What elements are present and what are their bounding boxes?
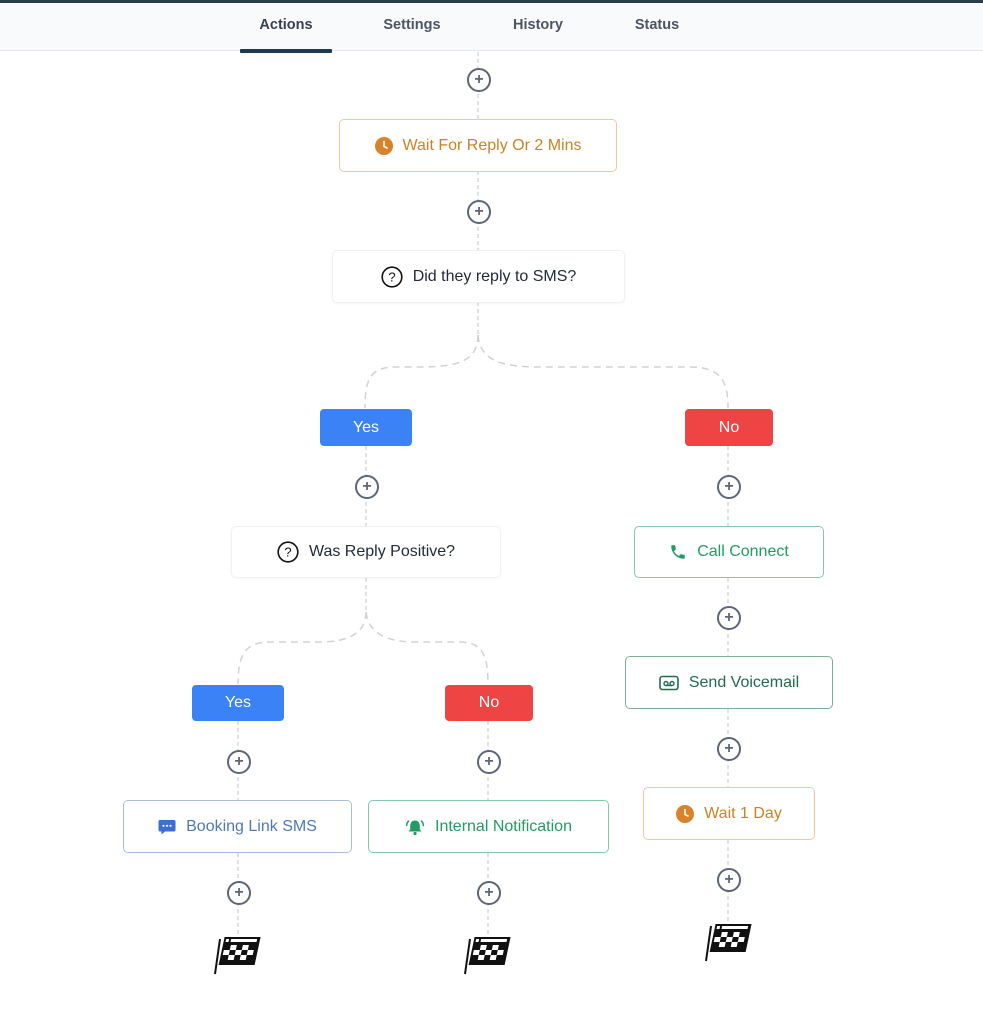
voicemail-icon — [659, 675, 679, 691]
branch-connector-no — [365, 611, 489, 685]
phone-icon — [669, 543, 687, 561]
plus-icon: + — [484, 884, 494, 901]
add-step-button[interactable]: + — [717, 737, 741, 761]
node-label: Call Connect — [697, 543, 789, 560]
clock-icon — [374, 136, 393, 155]
add-step-button[interactable]: + — [477, 881, 501, 905]
node-label: Booking Link SMS — [186, 817, 317, 835]
plus-icon: + — [234, 884, 244, 901]
chat-bubble-icon — [158, 818, 176, 836]
plus-icon: + — [724, 871, 734, 888]
add-step-button[interactable]: + — [477, 750, 501, 774]
checkered-flag-icon — [464, 937, 511, 975]
plus-icon: + — [234, 753, 244, 770]
add-step-button[interactable]: + — [355, 475, 379, 499]
plus-icon: + — [724, 478, 734, 495]
branch-no-reply-sms[interactable]: No — [685, 409, 773, 446]
plus-icon: + — [362, 478, 372, 495]
node-label: Internal Notification — [435, 817, 572, 835]
branch-connector-yes — [364, 334, 479, 409]
wait-1-day-node[interactable]: Wait 1 Day — [643, 787, 815, 840]
add-step-button[interactable]: + — [467, 68, 491, 92]
plus-icon: + — [474, 203, 484, 220]
booking-link-sms-node[interactable]: Booking Link SMS — [123, 800, 352, 853]
question-circle-icon: ? — [381, 265, 403, 288]
wait-for-reply-node[interactable]: Wait For Reply Or 2 Mins — [339, 119, 617, 172]
send-voicemail-node[interactable]: Send Voicemail — [625, 656, 833, 709]
plus-icon: + — [474, 71, 484, 88]
add-step-button[interactable]: + — [717, 475, 741, 499]
add-step-button[interactable]: + — [227, 750, 251, 774]
add-step-button[interactable]: + — [227, 881, 251, 905]
condition-reply-sms-node[interactable]: ? Did they reply to SMS? — [332, 250, 625, 303]
bell-icon — [405, 818, 425, 836]
clock-icon — [676, 804, 695, 823]
branch-no-reply-positive[interactable]: No — [445, 685, 533, 721]
question-circle-icon: ? — [277, 541, 299, 563]
node-label: Wait 1 Day — [704, 804, 782, 822]
add-step-button[interactable]: + — [467, 200, 491, 224]
plus-icon: + — [724, 609, 734, 626]
node-label: Was Reply Positive? — [308, 543, 456, 560]
condition-reply-positive-node[interactable]: ? Was Reply Positive? — [231, 526, 501, 578]
checkered-flag-icon — [705, 924, 752, 962]
branch-yes-reply-positive[interactable]: Yes — [192, 685, 284, 721]
svg-text:?: ? — [388, 269, 395, 284]
plus-icon: + — [484, 753, 494, 770]
checkered-flag-icon — [214, 937, 261, 975]
node-label: Did they reply to SMS? — [412, 267, 577, 285]
node-label: Wait For Reply Or 2 Mins — [402, 136, 582, 154]
add-step-button[interactable]: + — [717, 868, 741, 892]
node-label: Send Voicemail — [688, 673, 800, 691]
add-step-button[interactable]: + — [717, 606, 741, 630]
plus-icon: + — [724, 740, 734, 757]
branch-connector-yes — [237, 611, 367, 685]
branch-connector-no — [477, 334, 729, 409]
call-connect-node[interactable]: Call Connect — [634, 526, 824, 578]
svg-text:?: ? — [284, 545, 291, 560]
branch-yes-reply-sms[interactable]: Yes — [320, 409, 412, 446]
internal-notification-node[interactable]: Internal Notification — [368, 800, 609, 853]
